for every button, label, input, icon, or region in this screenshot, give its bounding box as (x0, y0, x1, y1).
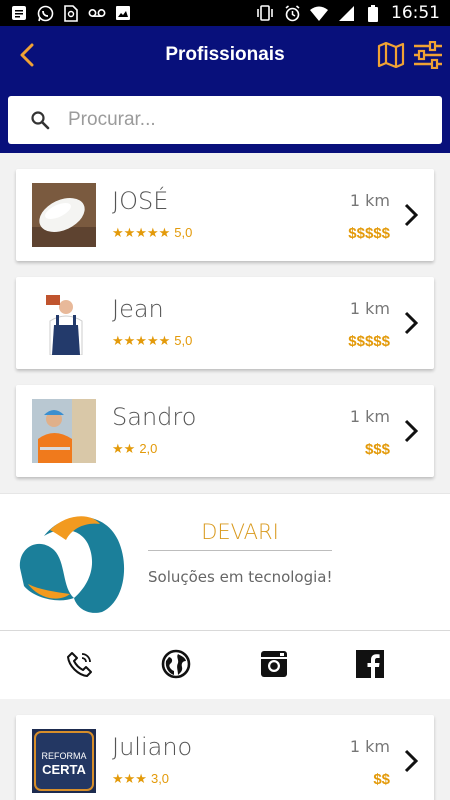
rating-value: 2,0 (139, 441, 158, 456)
rating: ★★★ 3,0 (112, 771, 169, 787)
professional-card[interactable]: REFORMA CERTA Juliano ★★★ 3,0 1 km $$ (16, 715, 434, 800)
signal-icon (337, 4, 355, 22)
distance: 1 km (349, 191, 390, 210)
message-icon (10, 4, 28, 22)
chevron-right-icon (400, 415, 422, 447)
price-level: $$$$$ (348, 225, 390, 242)
globe-icon[interactable] (160, 648, 192, 680)
price-level: $$ (373, 771, 390, 788)
distance: 1 km (349, 407, 390, 426)
star-icons: ★★★★★ (112, 333, 171, 348)
app-bar: Profissionais (0, 26, 450, 153)
whatsapp-icon (36, 4, 54, 22)
star-icons: ★★ (112, 441, 136, 456)
status-bar: 16:51 (0, 0, 450, 26)
sliders-icon (413, 40, 443, 74)
avatar (32, 183, 96, 247)
price-level: $$$$$ (348, 333, 390, 350)
sponsor-tagline: Soluções em tecnologia! (148, 568, 333, 586)
distance: 1 km (349, 737, 390, 756)
voicemail-icon (88, 4, 106, 22)
star-icons: ★★★ (112, 771, 147, 786)
sponsor-banner[interactable]: DEVARI Soluções em tecnologia! (0, 493, 450, 699)
professional-name: Sandro (112, 403, 197, 431)
professionals-list: JOSÉ ★★★★★ 5,0 1 km $$$$$ Jean ★★★★★ 5,0… (0, 153, 450, 800)
sponsor-name: DEVARI (201, 520, 279, 544)
status-time: 16:51 (391, 3, 440, 23)
divider (0, 630, 450, 631)
professional-name: JOSÉ (112, 187, 169, 215)
divider (148, 550, 332, 551)
professional-name: Jean (112, 295, 164, 323)
professional-card[interactable]: JOSÉ ★★★★★ 5,0 1 km $$$$$ (16, 169, 434, 261)
chevron-right-icon (400, 307, 422, 339)
logo-text-bottom: CERTA (42, 762, 86, 777)
instagram-icon[interactable] (258, 648, 290, 680)
rating: ★★ 2,0 (112, 441, 157, 457)
logo-text-top: REFORMA (42, 751, 87, 761)
search-input[interactable] (68, 109, 408, 131)
rating: ★★★★★ 5,0 (112, 225, 192, 241)
price-level: $$$ (364, 441, 390, 458)
rating-value: 3,0 (150, 771, 170, 786)
image-icon (114, 4, 132, 22)
map-icon (377, 41, 405, 73)
professional-card[interactable]: Jean ★★★★★ 5,0 1 km $$$$$ (16, 277, 434, 369)
search-bar[interactable] (8, 96, 442, 144)
sponsor-logo (14, 506, 130, 618)
chevron-right-icon (400, 745, 422, 777)
sim-icon (62, 4, 80, 22)
professional-name: Juliano (112, 733, 193, 761)
map-button[interactable] (374, 40, 408, 74)
filter-button[interactable] (410, 40, 446, 74)
wifi-icon (310, 4, 328, 22)
alarm-icon (283, 4, 301, 22)
avatar: REFORMA CERTA (32, 729, 96, 793)
rating-value: 5,0 (174, 225, 193, 240)
social-links (0, 648, 450, 684)
avatar (32, 291, 96, 355)
facebook-icon[interactable] (354, 648, 386, 680)
avatar (32, 399, 96, 463)
rating-value: 5,0 (174, 333, 193, 348)
rating: ★★★★★ 5,0 (112, 333, 192, 349)
vibrate-icon (256, 4, 274, 22)
chevron-right-icon (400, 199, 422, 231)
star-icons: ★★★★★ (112, 225, 171, 240)
battery-icon (364, 4, 382, 22)
distance: 1 km (349, 299, 390, 318)
phone-icon[interactable] (64, 648, 96, 680)
professional-card[interactable]: Sandro ★★ 2,0 1 km $$$ (16, 385, 434, 477)
search-icon (28, 108, 52, 132)
